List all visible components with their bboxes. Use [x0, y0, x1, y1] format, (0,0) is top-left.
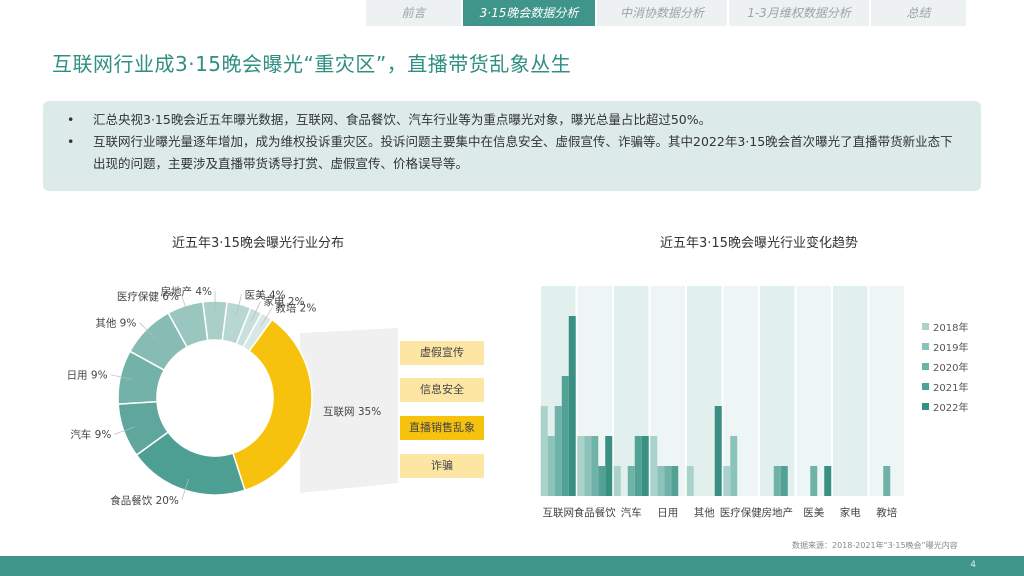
bar-group-background: [760, 286, 795, 496]
bar-group-background: [833, 286, 868, 496]
bar-category-label: 医美: [803, 506, 824, 519]
legend-label: 2019年: [933, 342, 969, 354]
legend-item: 2022年: [922, 396, 968, 416]
bar-group-background: [796, 286, 831, 496]
legend-swatch: [922, 322, 929, 330]
callout-information-security: 信息安全: [400, 378, 484, 402]
legend-swatch: [922, 402, 929, 410]
bar: [723, 466, 731, 496]
bar-chart: 互联网 食品餐饮 汽车 日用 其他 医疗保健 房地产 医美 家电 教培: [540, 286, 904, 519]
callout-false-advertising: 虚假宣传: [400, 341, 484, 365]
legend-swatch: [922, 362, 929, 370]
legend-label: 2018年: [933, 322, 969, 334]
section-tabs: 前言 3·15晚会数据分析 中消协数据分析 1-3月维权数据分析 总结: [366, 0, 968, 26]
legend-label: 2020年: [933, 362, 969, 374]
summary-bullet: • 汇总央视3·15晚会近五年曝光数据，互联网、食品餐饮、汽车行业等为重点曝光对…: [67, 109, 965, 131]
bullet-text: 互联网行业曝光量逐年增加，成为维权投诉重灾区。投诉问题主要集中在信息安全、虚假宣…: [93, 134, 953, 171]
bar: [584, 436, 592, 496]
bar: [657, 466, 665, 496]
bar: [641, 436, 649, 496]
bar: [627, 466, 635, 496]
legend-swatch: [922, 382, 929, 390]
bar: [554, 406, 562, 496]
bar: [810, 466, 818, 496]
bar: [671, 466, 679, 496]
donut-chart-title: 近五年3·15晚会曝光行业分布: [172, 236, 344, 251]
bar: [686, 466, 694, 496]
bar-group-background: [723, 286, 758, 496]
bar-category-label: 房地产: [762, 506, 794, 519]
bar: [664, 466, 672, 496]
bar: [634, 436, 642, 496]
bar: [568, 316, 576, 496]
bar-chart-title: 近五年3·15晚会曝光行业变化趋势: [660, 236, 858, 251]
tab-preface[interactable]: 前言: [366, 0, 461, 26]
bar-category-label: 日用: [657, 507, 678, 519]
bar: [883, 466, 891, 496]
bar-category-label: 汽车: [621, 506, 642, 519]
page-number: 4: [970, 560, 976, 570]
bar-group-background: [869, 286, 904, 496]
bar: [824, 466, 832, 496]
legend-swatch: [922, 342, 929, 350]
bullet-text: 汇总央视3·15晚会近五年曝光数据，互联网、食品餐饮、汽车行业等为重点曝光对象，…: [93, 112, 712, 127]
bar-category-label: 家电: [840, 506, 861, 519]
bottom-bar: [0, 556, 1024, 576]
bar: [598, 466, 606, 496]
bar: [780, 466, 788, 496]
donut-slice-label: 教培 2%: [275, 302, 316, 315]
donut-slice-label: 房地产 4%: [161, 285, 213, 298]
bar: [730, 436, 738, 496]
tab-cca-analysis[interactable]: 中消协数据分析: [597, 0, 727, 26]
bar: [613, 466, 621, 496]
bar: [773, 466, 781, 496]
bar-category-label: 教培: [876, 506, 897, 519]
legend-label: 2022年: [933, 402, 969, 414]
bar-category-label: 医疗保健: [720, 506, 762, 519]
bar: [714, 406, 722, 496]
bar: [650, 436, 658, 496]
bar-legend: 2018年 2019年 2020年 2021年 2022年: [922, 316, 968, 416]
bar: [547, 436, 555, 496]
donut-slice-label: 食品餐饮 20%: [110, 494, 179, 507]
bar: [577, 436, 585, 496]
donut-slice-label: 汽车 9%: [70, 428, 111, 441]
bar-category-label: 其他: [694, 506, 715, 519]
callout-livestream-chaos: 直播销售乱象: [400, 416, 484, 440]
page-title: 互联网行业成3·15晚会曝光“重灾区”，直播带货乱象丛生: [52, 52, 572, 76]
bar-category-label: 食品餐饮: [574, 506, 616, 519]
donut-slice-label: 其他 9%: [95, 316, 136, 329]
bar-category-label: 互联网: [543, 507, 575, 519]
summary-box: • 汇总央视3·15晚会近五年曝光数据，互联网、食品餐饮、汽车行业等为重点曝光对…: [43, 101, 981, 191]
bar: [540, 406, 548, 496]
tab-315-analysis[interactable]: 3·15晚会数据分析: [463, 0, 595, 26]
legend-item: 2021年: [922, 376, 968, 396]
bar: [605, 436, 613, 496]
legend-item: 2020年: [922, 356, 968, 376]
donut-slice-label: 日用 9%: [67, 370, 108, 382]
bar: [591, 436, 599, 496]
donut-slice-label: 互联网 35%: [323, 406, 381, 418]
legend-item: 2019年: [922, 336, 968, 356]
summary-bullet: • 互联网行业曝光量逐年增加，成为维权投诉重灾区。投诉问题主要集中在信息安全、虚…: [67, 131, 965, 175]
tab-summary[interactable]: 总结: [871, 0, 966, 26]
callout-fraud: 诈骗: [400, 454, 484, 478]
legend-label: 2021年: [933, 382, 969, 394]
bullet-mark: •: [67, 112, 75, 127]
bar: [561, 376, 569, 496]
legend-item: 2018年: [922, 316, 968, 336]
bullet-mark: •: [67, 134, 75, 149]
data-source: 数据来源：2018-2021年“3·15晚会”曝光内容: [792, 541, 958, 550]
tab-jan-mar-analysis[interactable]: 1-3月维权数据分析: [729, 0, 869, 26]
